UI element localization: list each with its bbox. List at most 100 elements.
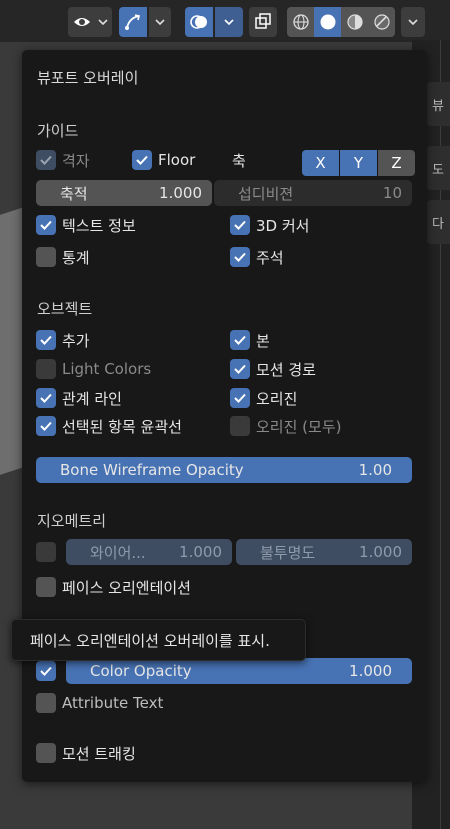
grid-checkbox[interactable]: [36, 150, 56, 170]
motion-tracking-label: 모션 트래킹: [62, 744, 136, 763]
eye-icon: [74, 18, 108, 26]
xray-toggle[interactable]: [249, 7, 277, 37]
wireframe-shading-button[interactable]: [287, 7, 314, 37]
chevron-down-icon: [155, 19, 165, 26]
gizmo-icon: [125, 14, 140, 30]
chevron-down-icon: [408, 19, 418, 26]
wireframe-toggle[interactable]: [36, 540, 56, 564]
wireframe-opacity-field[interactable]: 불투명도 1.000: [236, 539, 412, 565]
extras-checkbox[interactable]: [36, 330, 56, 350]
xray-icon: [255, 13, 271, 29]
floor-checkbox[interactable]: [132, 150, 152, 170]
grid-scale-field[interactable]: 축적 1.000: [36, 180, 212, 206]
popover-title: 뷰포트 오버레이: [37, 69, 139, 87]
origins-toggle[interactable]: 오리진: [230, 386, 297, 410]
overlays-toggle[interactable]: [185, 7, 213, 37]
annotations-toggle[interactable]: 주석: [230, 245, 284, 269]
axis-x-button[interactable]: X: [302, 150, 339, 176]
wireframe-opacity-label: 불투명도: [260, 543, 316, 562]
color-opacity-slider[interactable]: Color Opacity 1.000: [66, 658, 412, 684]
3d-cursor-label: 3D 커서: [256, 216, 310, 235]
sidebar-tab-label: 도: [432, 162, 444, 178]
gizmo-toggle[interactable]: [119, 7, 147, 37]
viewport-overlays-popover: 뷰포트 오버레이 가이드 격자 Floor 축 X Y Z 축적 1.000 섭…: [22, 50, 427, 782]
checkmark-icon: [40, 666, 52, 676]
light-colors-checkbox[interactable]: [36, 359, 56, 379]
checkmark-icon: [40, 220, 52, 230]
floor-label: Floor: [158, 151, 196, 169]
attribute-text-toggle[interactable]: Attribute Text: [36, 691, 163, 715]
sidebar-tab-label: 다: [432, 216, 444, 232]
color-attribute-toggle[interactable]: [36, 659, 56, 683]
statistics-label: 통계: [62, 248, 90, 267]
statistics-toggle[interactable]: 통계: [36, 245, 90, 269]
origins-label: 오리진: [256, 389, 298, 408]
gizmo-dropdown[interactable]: [149, 7, 171, 37]
axis-z-button[interactable]: Z: [378, 150, 415, 176]
material-shading-button[interactable]: [341, 7, 368, 37]
checkmark-icon: [234, 364, 246, 374]
wireframe-threshold-field[interactable]: 와이어... 1.000: [66, 539, 232, 565]
origins-all-toggle[interactable]: 오리진 (모두): [230, 414, 341, 438]
motion-tracking-checkbox[interactable]: [36, 743, 56, 763]
3d-cursor-toggle[interactable]: 3D 커서: [230, 213, 309, 237]
geometry-section-title: 지오메트리: [37, 512, 107, 530]
extras-label: 추가: [62, 331, 90, 350]
tooltip: 페이스 오리엔테이션 오버레이를 표시.: [11, 619, 306, 661]
wireframe-checkbox[interactable]: [36, 542, 56, 562]
light-colors-toggle[interactable]: Light Colors: [36, 357, 151, 381]
checkmark-icon: [40, 393, 52, 403]
attribute-text-label: Attribute Text: [62, 694, 164, 712]
chevron-down-icon: [224, 19, 234, 26]
face-orientation-checkbox[interactable]: [36, 577, 56, 597]
attribute-text-checkbox[interactable]: [36, 693, 56, 713]
sidebar-tab-tool[interactable]: 도: [426, 146, 450, 190]
bone-wireframe-opacity-value: 1.00: [358, 461, 392, 479]
face-orientation-toggle[interactable]: 페이스 오리엔테이션: [36, 575, 191, 599]
solid-shading-button[interactable]: [314, 7, 341, 37]
color-opacity-label: Color Opacity: [90, 662, 192, 680]
motion-paths-label: 모션 경로: [256, 360, 316, 379]
axes-label: 축: [232, 151, 246, 170]
bones-toggle[interactable]: 본: [230, 328, 270, 352]
annotations-checkbox[interactable]: [230, 247, 250, 267]
sidebar-tab-view[interactable]: 뷰: [426, 82, 450, 126]
overlays-dropdown[interactable]: [215, 7, 243, 37]
origins-all-checkbox[interactable]: [230, 416, 250, 436]
text-info-label: 텍스트 정보: [62, 216, 136, 235]
grid-subdivisions-field[interactable]: 섭디비젼 10: [214, 180, 412, 206]
3d-cursor-checkbox[interactable]: [230, 215, 250, 235]
checkmark-icon: [234, 252, 246, 262]
grid-label: 격자: [62, 151, 90, 170]
rendered-shading-button[interactable]: [368, 7, 395, 37]
overlays-group: [185, 7, 243, 37]
bones-checkbox[interactable]: [230, 330, 250, 350]
sidebar-tab-label: 뷰: [432, 98, 444, 114]
outline-selected-checkbox[interactable]: [36, 416, 56, 436]
statistics-checkbox[interactable]: [36, 247, 56, 267]
motion-tracking-toggle[interactable]: 모션 트래킹: [36, 741, 136, 765]
color-attribute-checkbox[interactable]: [36, 661, 56, 681]
floor-toggle[interactable]: Floor: [132, 148, 195, 172]
motion-paths-checkbox[interactable]: [230, 359, 250, 379]
origins-checkbox[interactable]: [230, 388, 250, 408]
checkmark-icon: [234, 393, 246, 403]
motion-paths-toggle[interactable]: 모션 경로: [230, 357, 316, 381]
relationship-lines-toggle[interactable]: 관계 라인: [36, 386, 122, 410]
grid-toggle[interactable]: 격자: [36, 148, 90, 172]
bones-label: 본: [256, 331, 270, 350]
shading-dropdown[interactable]: [401, 7, 425, 37]
visibility-dropdown[interactable]: [68, 7, 112, 37]
sidebar-tab-item[interactable]: 다: [426, 200, 450, 244]
text-info-toggle[interactable]: 텍스트 정보: [36, 213, 136, 237]
outline-selected-label: 선택된 항목 윤곽선: [62, 417, 182, 436]
text-info-checkbox[interactable]: [36, 215, 56, 235]
guides-section-title: 가이드: [37, 122, 79, 140]
wireframe-opacity-value: 1.000: [359, 543, 402, 561]
bone-wireframe-opacity-slider[interactable]: Bone Wireframe Opacity 1.00: [36, 457, 412, 483]
relationship-lines-checkbox[interactable]: [36, 388, 56, 408]
extras-toggle[interactable]: 추가: [36, 328, 90, 352]
axis-y-button[interactable]: Y: [340, 150, 377, 176]
visibility-button[interactable]: [68, 7, 112, 37]
outline-selected-toggle[interactable]: 선택된 항목 윤곽선: [36, 414, 182, 438]
